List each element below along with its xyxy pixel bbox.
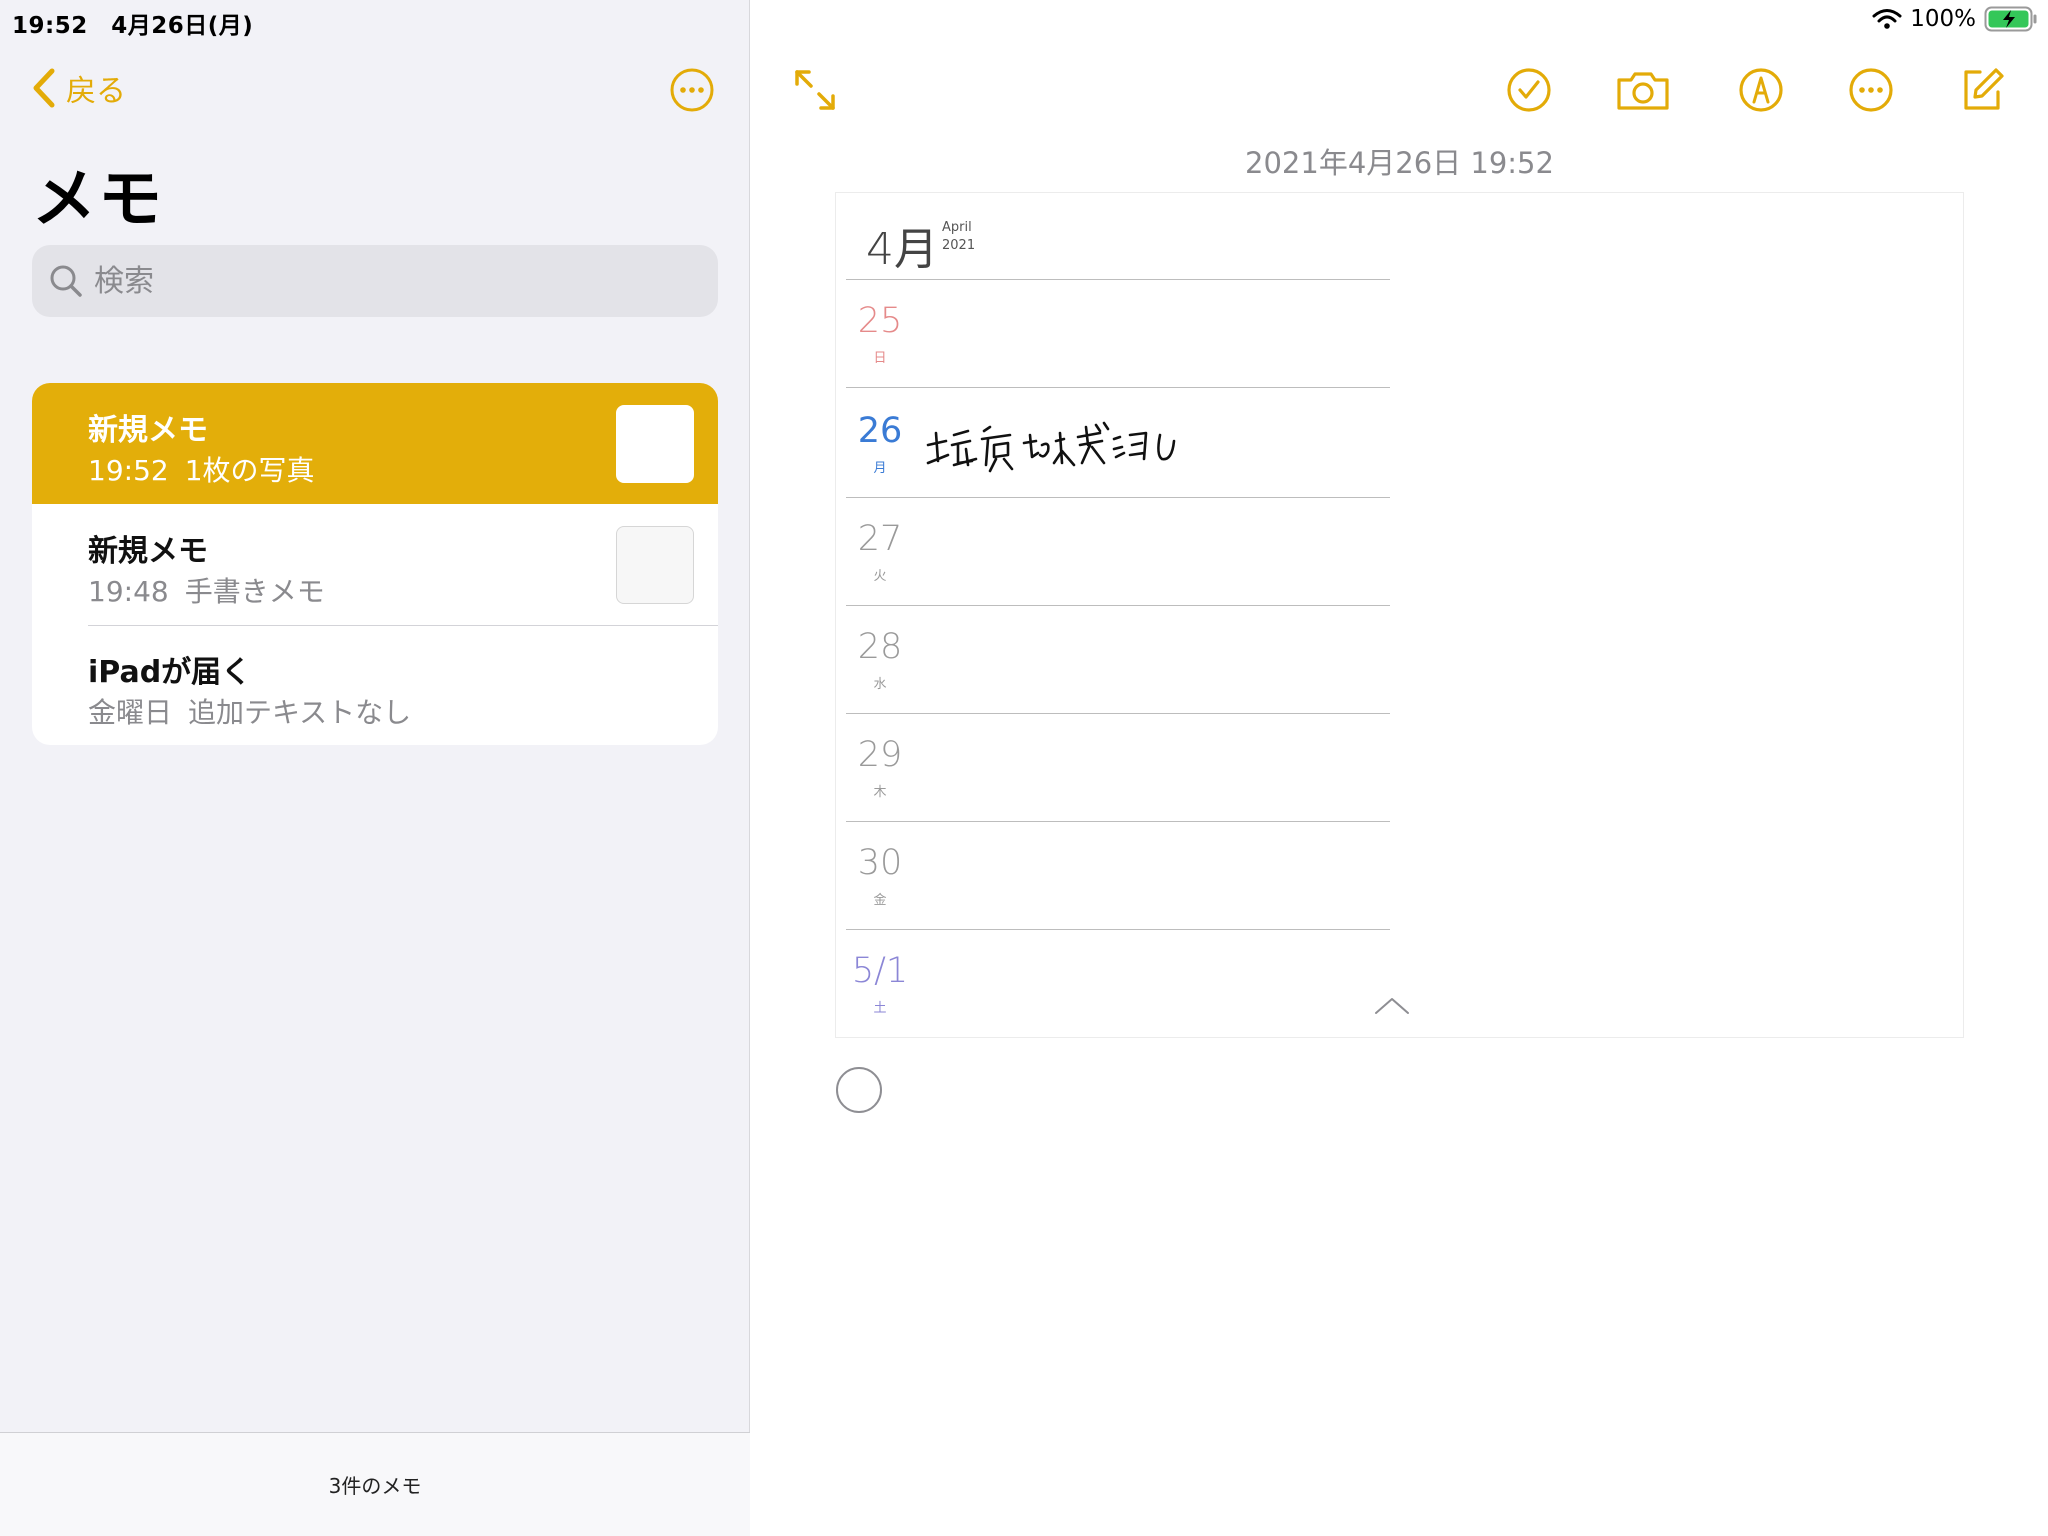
chevron-left-icon bbox=[33, 68, 55, 108]
calendar-day-number: 27 bbox=[857, 519, 903, 559]
note-count: 3件のメモ bbox=[0, 1432, 750, 1536]
calendar-image[interactable]: 4月 April 2021 25 日 26 月 27 火 28 水 29 木 30 金 5/1 土 bbox=[835, 192, 1964, 1038]
calendar-year: 2021 bbox=[942, 238, 976, 253]
calendar-weekday: 火 bbox=[873, 569, 887, 584]
note-date: 19:48 bbox=[88, 575, 169, 608]
calendar-row-line bbox=[846, 497, 1390, 498]
calendar-row-line bbox=[846, 605, 1390, 606]
back-label: 戻る bbox=[66, 74, 126, 109]
calendar-weekday: 土 bbox=[873, 1001, 887, 1016]
note-title: iPadが届く bbox=[88, 655, 252, 690]
calendar-row-line bbox=[846, 713, 1390, 714]
calendar-weekday: 金 bbox=[873, 893, 887, 908]
note-title: 新規メモ bbox=[88, 413, 208, 448]
note-subtitle: 金曜日 追加テキストなし bbox=[88, 691, 411, 731]
calendar-row-line bbox=[846, 821, 1390, 822]
note-item-selected[interactable]: 新規メモ 19:52 1枚の写真 bbox=[32, 383, 718, 504]
handwritten-note bbox=[926, 421, 1176, 473]
calendar-month: 4月 bbox=[866, 224, 938, 275]
compose-icon[interactable] bbox=[1958, 66, 2006, 114]
calendar-day-number: 30 bbox=[857, 843, 903, 883]
note-subtitle: 19:52 1枚の写真 bbox=[88, 449, 315, 489]
note-preview: 1枚の写真 bbox=[184, 454, 315, 487]
note-subtitle: 19:48 手書きメモ bbox=[88, 570, 325, 610]
note-date: 19:52 bbox=[88, 454, 169, 487]
more-options-icon[interactable] bbox=[669, 67, 715, 113]
markup-pen-icon[interactable] bbox=[1737, 66, 1785, 114]
chevron-up-icon[interactable] bbox=[1372, 993, 1412, 1017]
note-timestamp: 2021年4月26日 19:52 bbox=[1245, 146, 1554, 180]
note-preview: 手書きメモ bbox=[184, 575, 325, 608]
checklist-icon[interactable] bbox=[1505, 66, 1553, 114]
calendar-weekday: 木 bbox=[873, 785, 887, 800]
search-icon bbox=[50, 265, 82, 297]
more-options-icon[interactable] bbox=[1847, 66, 1895, 114]
page-title: メモ bbox=[32, 163, 164, 237]
checklist-item-checkbox[interactable] bbox=[836, 1067, 882, 1113]
notes-sidebar: 19:52 4月26日(月) 戻る メモ 新規メモ 19:52 1枚の写真 新規メ… bbox=[0, 0, 750, 1536]
status-indicators: 100% bbox=[1872, 6, 2038, 32]
note-preview: 追加テキストなし bbox=[188, 696, 412, 729]
calendar-day-number: 5/1 bbox=[851, 951, 909, 991]
note-list: 新規メモ 19:52 1枚の写真 新規メモ 19:48 手書きメモ iPadが届く … bbox=[32, 383, 718, 745]
note-editor: 100% 2021年4月26日 19:52 4月 April 2021 25 日… bbox=[751, 0, 2048, 1536]
calendar-weekday: 日 bbox=[873, 351, 887, 366]
calendar-day-number: 26 bbox=[857, 411, 903, 451]
calendar-weekday: 水 bbox=[873, 677, 887, 692]
expand-icon[interactable] bbox=[791, 66, 839, 114]
note-item[interactable]: 新規メモ 19:48 手書きメモ bbox=[32, 504, 718, 625]
calendar-day-number: 28 bbox=[857, 627, 903, 667]
search-input[interactable] bbox=[94, 263, 694, 299]
back-button[interactable]: 戻る bbox=[30, 66, 126, 110]
calendar-row-line bbox=[846, 279, 1390, 280]
note-title: 新規メモ bbox=[88, 534, 208, 569]
calendar-day-number: 25 bbox=[857, 301, 903, 341]
search-bar[interactable] bbox=[32, 245, 718, 317]
calendar-day-number: 29 bbox=[857, 735, 903, 775]
calendar-month-en: April 2021 bbox=[942, 219, 975, 255]
note-thumbnail bbox=[616, 526, 694, 604]
status-time-date: 19:52 4月26日(月) bbox=[12, 13, 254, 39]
camera-icon[interactable] bbox=[1615, 66, 1671, 114]
battery-percent: 100% bbox=[1910, 6, 1976, 32]
note-thumbnail bbox=[616, 405, 694, 483]
note-item[interactable]: iPadが届く 金曜日 追加テキストなし bbox=[32, 625, 718, 745]
calendar-month-name: April bbox=[942, 220, 972, 235]
wifi-icon bbox=[1872, 9, 1902, 29]
calendar-row-line bbox=[846, 387, 1390, 388]
calendar-weekday: 月 bbox=[873, 461, 887, 476]
note-date: 金曜日 bbox=[88, 696, 173, 729]
calendar-row-line bbox=[846, 929, 1390, 930]
battery-charging-icon bbox=[1984, 6, 2037, 32]
